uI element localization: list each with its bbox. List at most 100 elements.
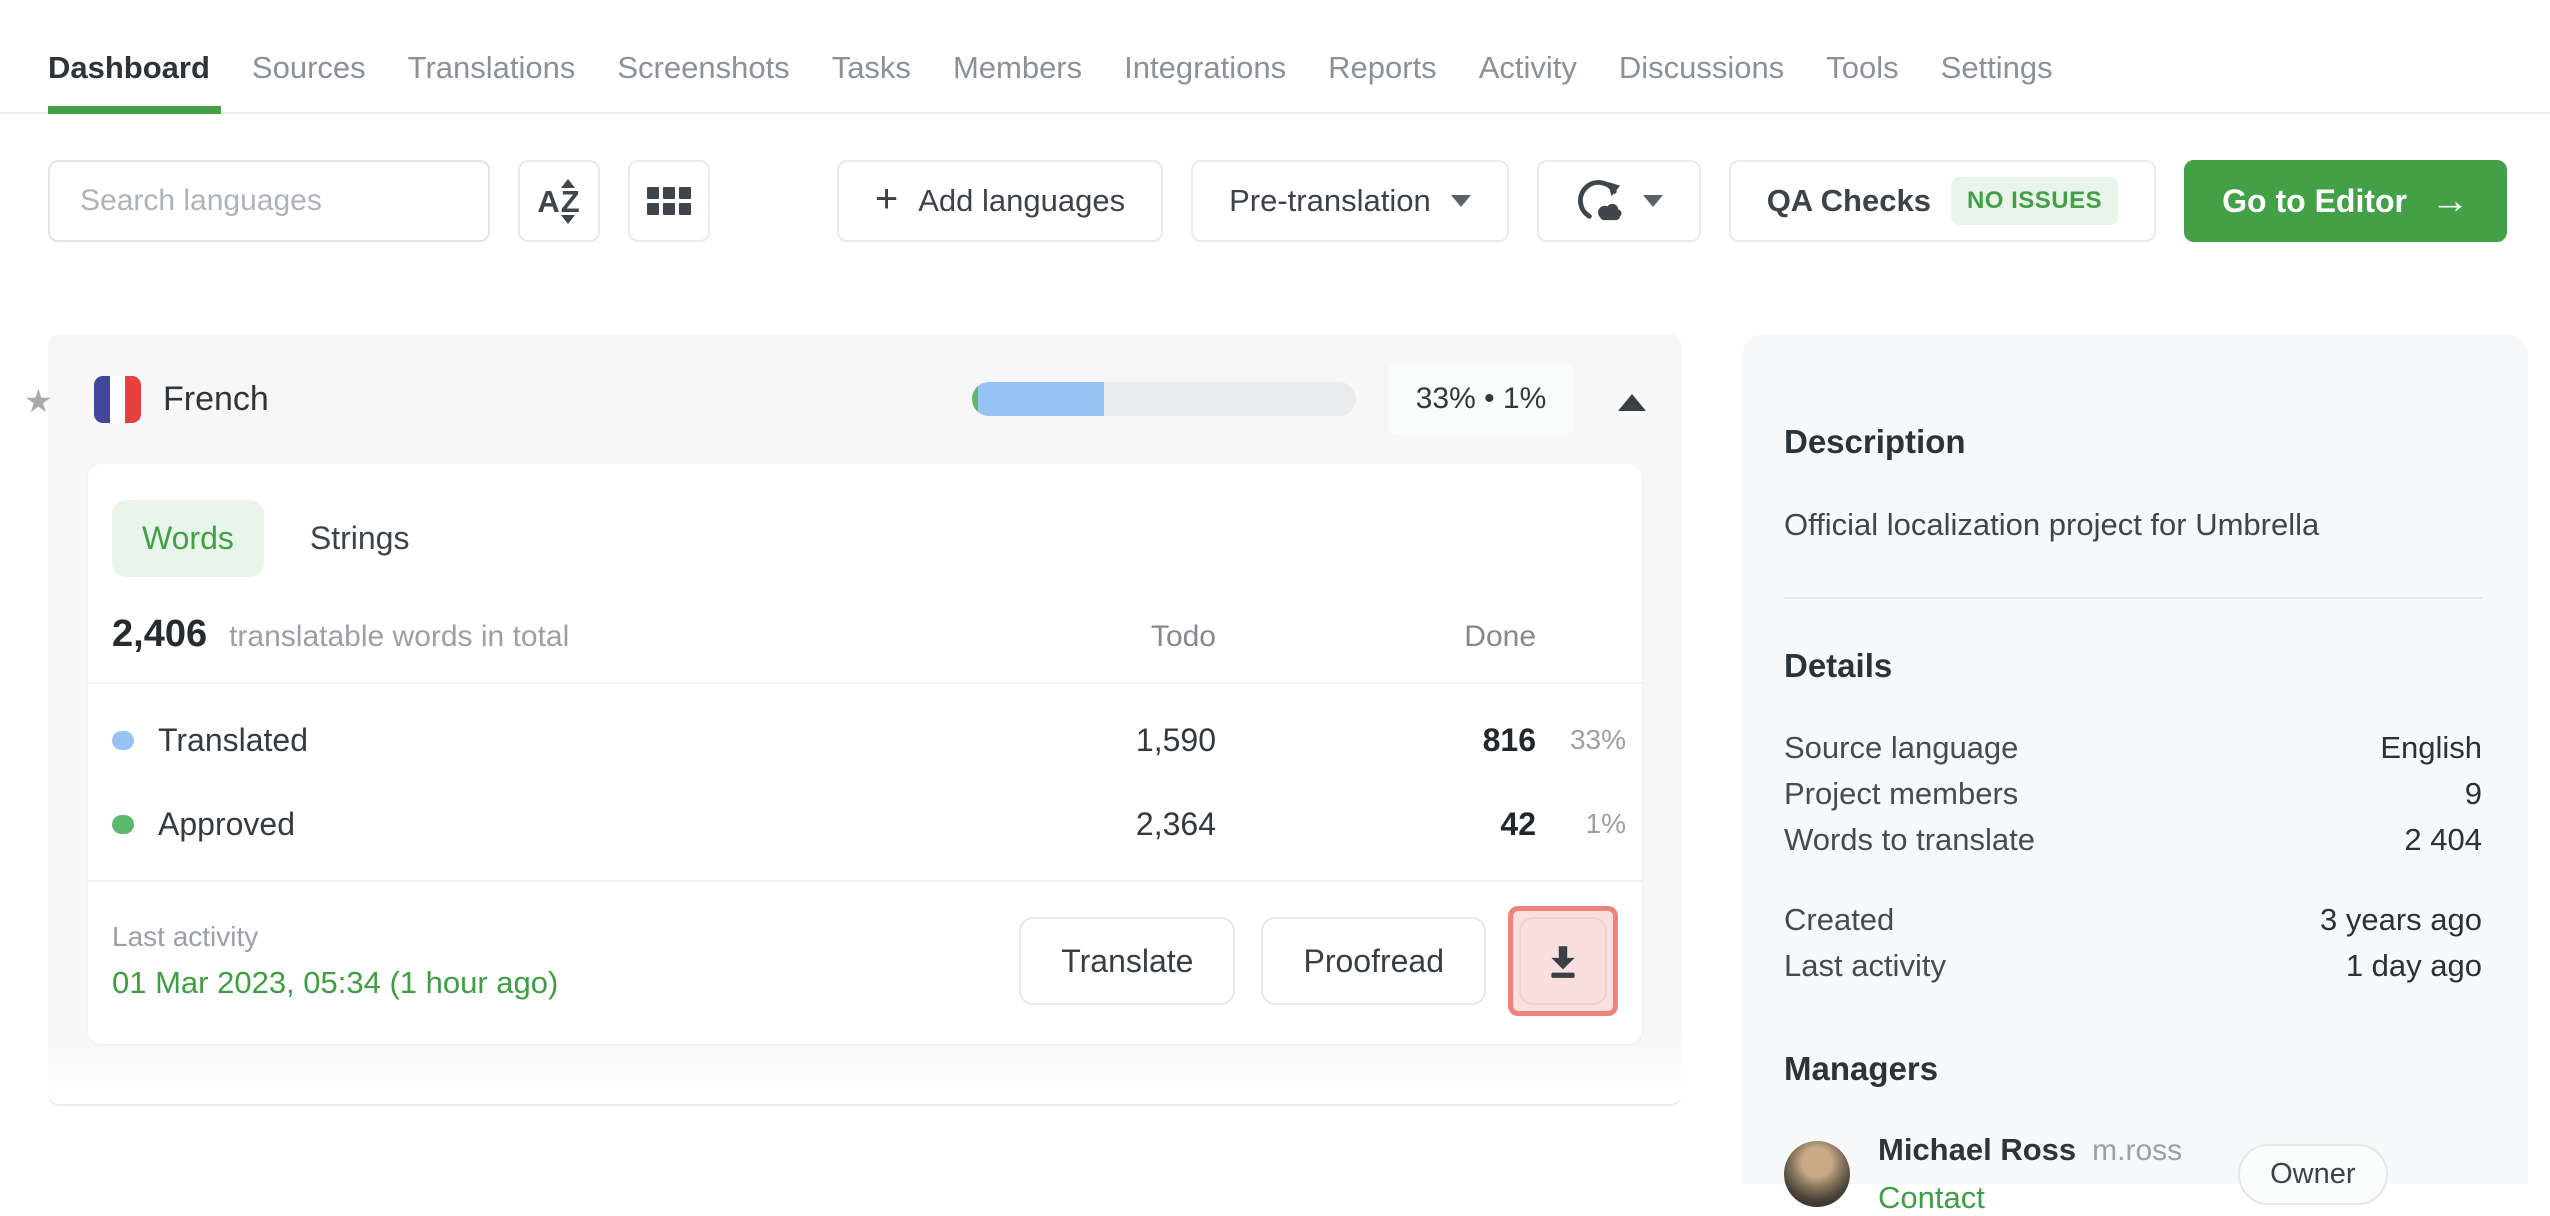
detail-label: Words to translate — [1784, 821, 2035, 857]
detail-value: 1 day ago — [2345, 947, 2482, 983]
tab-screenshots[interactable]: Screenshots — [596, 30, 810, 112]
add-languages-label: Add languages — [918, 183, 1126, 218]
progress-percent-badge: 33% • 1% — [1388, 363, 1574, 435]
progress-translated-segment — [977, 382, 1105, 416]
description-text: Official localization project for Umbrel… — [1784, 507, 2320, 542]
stats-rows: Translated 1,590 816 33% Approved 2,364 … — [88, 682, 1642, 882]
qa-status-badge: NO ISSUES — [1950, 177, 2119, 225]
approved-dot-icon — [112, 814, 134, 834]
manager-info: Michael Ross m.ross Contact — [1878, 1132, 2182, 1216]
go-to-editor-label: Go to Editor — [2222, 182, 2407, 219]
project-tab-bar: Dashboard Sources Translations Screensho… — [0, 0, 2550, 114]
detail-label: Source language — [1784, 730, 2019, 765]
sort-alphabetical-button[interactable]: AZ — [518, 160, 600, 242]
last-activity-link[interactable]: 01 Mar 2023, 05:34 (1 hour ago) — [112, 965, 993, 1001]
todo-value: 2,364 — [1135, 805, 1216, 842]
todo-value: 1,590 — [1135, 721, 1216, 758]
detail-label: Last activity — [1784, 947, 1946, 983]
tab-members[interactable]: Members — [932, 30, 1103, 112]
details-title: Details — [1784, 647, 1893, 684]
row-label: Approved — [158, 805, 295, 842]
detail-row-created: Created 3 years ago — [1784, 897, 2482, 943]
manager-avatar[interactable] — [1784, 1141, 1850, 1208]
cloud-sync-icon — [1577, 180, 1622, 221]
qa-checks-button[interactable]: QA Checks NO ISSUES — [1728, 160, 2157, 242]
france-flag-icon — [94, 375, 141, 423]
total-words-value: 2,406 — [112, 613, 208, 655]
tab-sources[interactable]: Sources — [231, 30, 387, 112]
manager-list-item: Michael Ross m.ross Contact Owner — [1784, 1132, 2482, 1216]
done-percent: 1% — [1585, 808, 1626, 839]
manager-contact-link[interactable]: Contact — [1878, 1180, 2182, 1216]
last-activity-block: Last activity 01 Mar 2023, 05:34 (1 hour… — [112, 921, 993, 1001]
manager-role-badge: Owner — [2238, 1143, 2388, 1205]
last-activity-label: Last activity — [112, 921, 259, 952]
add-languages-button[interactable]: + Add languages — [836, 160, 1164, 242]
chevron-down-icon — [1642, 195, 1663, 217]
done-percent: 33% — [1569, 724, 1626, 755]
managers-title: Managers — [1784, 1050, 1939, 1088]
pre-translation-dropdown[interactable]: Pre-translation — [1191, 160, 1509, 242]
sidebar-divider — [1784, 597, 2482, 599]
favorite-star-icon[interactable]: ★ — [24, 382, 53, 420]
manager-username: m.ross — [2092, 1134, 2183, 1168]
description-title: Description — [1784, 423, 1966, 460]
manager-name[interactable]: Michael Ross — [1878, 1132, 2076, 1168]
total-words-caption: translatable words in total — [229, 620, 570, 653]
go-to-editor-button[interactable]: Go to Editor → — [2184, 160, 2507, 242]
language-header[interactable]: French 33% • 1% — [48, 334, 1682, 464]
tab-dashboard[interactable]: Dashboard — [48, 30, 231, 114]
tab-tasks[interactable]: Tasks — [811, 30, 932, 112]
translate-button[interactable]: Translate — [1019, 917, 1236, 1005]
card-footer: Last activity 01 Mar 2023, 05:34 (1 hour… — [88, 882, 1642, 1044]
language-stats-card: Words Strings 2,406 translatable words i… — [88, 464, 1642, 1044]
detail-row-project-members: Project members 9 — [1784, 771, 2482, 817]
detail-row-source-language: Source language English — [1784, 725, 2482, 771]
proofread-button[interactable]: Proofread — [1261, 917, 1486, 1005]
pre-translation-label: Pre-translation — [1229, 183, 1431, 218]
detail-value: 3 years ago — [2320, 901, 2482, 937]
stats-header-row: 2,406 translatable words in total Todo D… — [88, 609, 1642, 682]
chevron-down-icon — [1450, 195, 1471, 217]
az-sort-icon: AZ — [537, 178, 581, 224]
languages-toolbar: AZ + Add languages Pre-translation QA Ch… — [0, 114, 2550, 242]
dashboard-content: ★ French 33% • 1% Words Strings 2,406 tr… — [0, 334, 2550, 1215]
download-button[interactable] — [1519, 917, 1607, 1005]
column-header-todo: Todo — [1150, 620, 1216, 653]
tab-translations[interactable]: Translations — [387, 30, 597, 112]
detail-value: English — [2380, 730, 2482, 765]
tab-strings[interactable]: Strings — [310, 520, 410, 557]
details-group: Source language English Project members … — [1784, 725, 2482, 863]
grid-view-button[interactable] — [628, 160, 710, 242]
qa-checks-label: QA Checks — [1766, 183, 1931, 218]
tab-integrations[interactable]: Integrations — [1103, 30, 1307, 112]
language-row-french: French 33% • 1% Words Strings 2,406 tran… — [48, 334, 1682, 1106]
details-group-dates: Created 3 years ago Last activity 1 day … — [1784, 897, 2482, 989]
tab-tools[interactable]: Tools — [1805, 30, 1919, 112]
detail-label: Created — [1784, 901, 1895, 937]
row-label: Translated — [158, 721, 308, 758]
tab-discussions[interactable]: Discussions — [1598, 30, 1805, 112]
done-value: 816 — [1482, 721, 1536, 758]
done-value: 42 — [1500, 805, 1536, 842]
tab-settings[interactable]: Settings — [1920, 30, 2074, 112]
download-icon — [1551, 946, 1575, 978]
collapse-chevron-up-icon[interactable] — [1618, 380, 1646, 411]
grid-view-icon — [647, 187, 691, 215]
detail-value: 2 404 — [2404, 821, 2482, 857]
cloud-sync-dropdown[interactable] — [1536, 160, 1701, 242]
detail-row-last-activity: Last activity 1 day ago — [1784, 943, 2482, 989]
languages-list: ★ French 33% • 1% Words Strings 2,406 tr… — [24, 334, 1682, 1106]
tab-words[interactable]: Words — [112, 500, 264, 577]
project-sidebar: Description Official localization projec… — [1742, 334, 2528, 1215]
table-row-approved: Approved 2,364 42 1% — [88, 782, 1642, 866]
download-annotation-highlight — [1508, 906, 1618, 1016]
tab-reports[interactable]: Reports — [1307, 30, 1458, 112]
search-languages-input[interactable] — [48, 160, 490, 242]
language-progress-bar — [972, 382, 1356, 416]
detail-row-words-to-translate: Words to translate 2 404 — [1784, 817, 2482, 863]
tab-activity[interactable]: Activity — [1458, 30, 1598, 112]
stats-unit-tabs: Words Strings — [88, 464, 1642, 609]
language-name: French — [163, 379, 269, 418]
detail-label: Project members — [1784, 775, 2019, 811]
